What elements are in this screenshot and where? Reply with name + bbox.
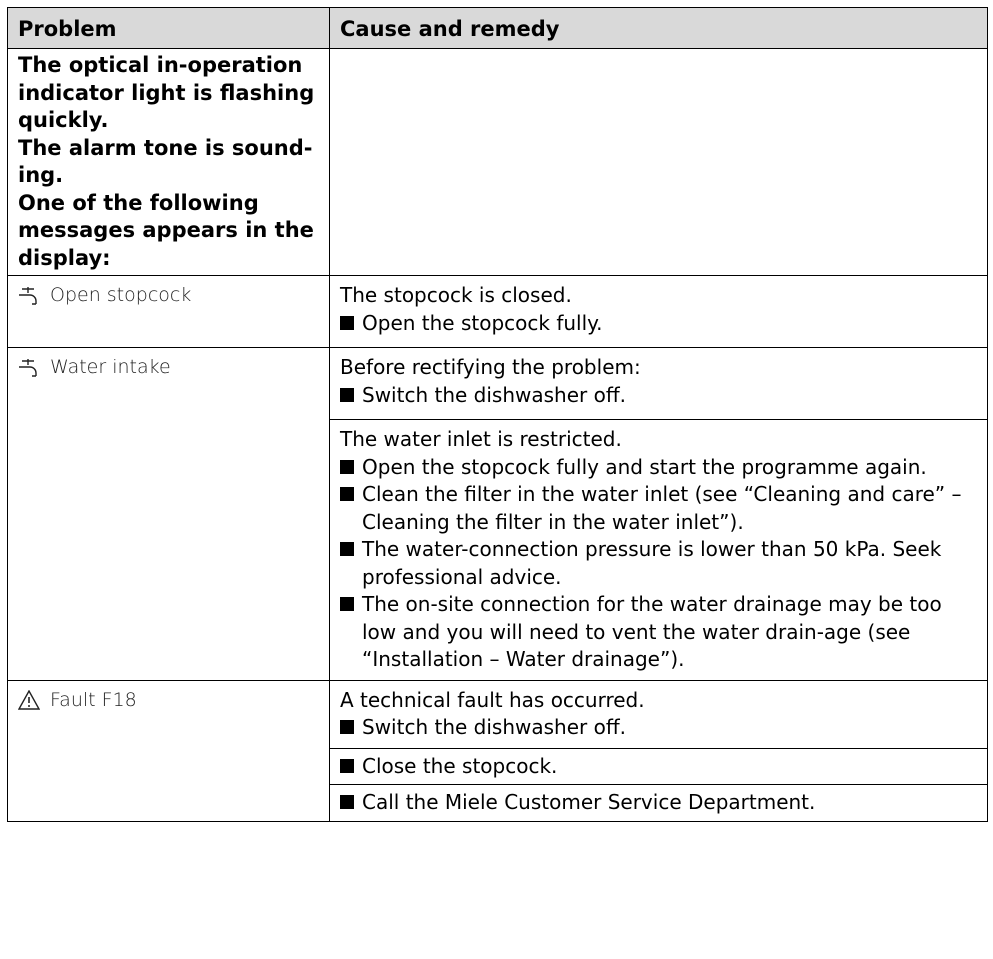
cause-cell: Close the stopcock. <box>329 747 988 785</box>
list-item: Call the Miele Customer Service Departme… <box>340 789 977 817</box>
list-item: The water-connection pressure is lower t… <box>340 536 977 591</box>
list-item: Switch the dishwasher off. <box>340 382 977 410</box>
cause-cell: Call the Miele Customer Service Departme… <box>329 784 988 822</box>
cause-cell: The stopcock is closed. Open the stopcoc… <box>329 275 988 348</box>
message-label: Open stopcock <box>50 284 192 306</box>
message-cell: Open stopcock <box>7 275 330 348</box>
troubleshooting-table: Problem Cause and remedy The optical in-… <box>7 7 988 822</box>
intro-cell: The optical in-operation indicator light… <box>7 48 330 276</box>
cause-header: Cause and remedy <box>329 7 988 49</box>
message-cell: Water intake <box>7 347 330 681</box>
bullet-icon <box>340 597 354 611</box>
cause-cell: Before rectifying the problem: Switch th… <box>329 347 988 420</box>
list-item: Close the stopcock. <box>340 753 977 781</box>
intro-empty-cell <box>329 48 988 276</box>
message-label: Water intake <box>50 356 171 378</box>
message-cell: Fault F18 <box>7 679 330 822</box>
cause-text: The stopcock is closed. <box>340 283 572 307</box>
table-row: Open stopcock The stopcock is closed. Op… <box>7 275 988 348</box>
bullet-icon <box>340 720 354 734</box>
list-item: Open the stopcock fully and start the pr… <box>340 454 977 482</box>
header-row: Problem Cause and remedy <box>7 7 988 49</box>
bullet-icon <box>340 758 354 773</box>
bullet-icon <box>340 795 354 809</box>
bullet-icon <box>340 387 354 402</box>
warning-icon <box>18 690 40 710</box>
cause-cell: A technical fault has occurred. Switch t… <box>329 679 988 749</box>
list-item: Switch the dishwasher off. <box>340 714 977 742</box>
bullet-icon <box>340 542 354 556</box>
intro-line: The alarm tone is sound-ing. <box>18 135 313 188</box>
intro-row: The optical in-operation indicator light… <box>7 48 988 276</box>
table-row: Fault F18 A technical fault has occurred… <box>7 679 988 822</box>
bullet-icon <box>340 459 354 474</box>
bullet-icon <box>340 487 354 501</box>
list-item: Clean the filter in the water inlet (see… <box>340 481 977 536</box>
cause-text: Before rectifying the problem: <box>340 355 641 379</box>
cause-text: The water inlet is restricted. <box>340 427 622 451</box>
list-item: The on-site connection for the water dra… <box>340 591 977 674</box>
problem-header: Problem <box>7 7 330 49</box>
cause-text: A technical fault has occurred. <box>340 687 645 712</box>
tap-icon <box>19 286 37 305</box>
cause-cell: The water inlet is restricted. Open the … <box>329 419 988 681</box>
intro-line: One of the following messages appears in… <box>18 190 314 270</box>
message-label: Fault F18 <box>50 688 137 711</box>
tap-icon <box>19 358 37 377</box>
bullet-icon <box>340 315 354 330</box>
list-item: Open the stopcock fully. <box>340 310 977 338</box>
table-row: Water intake Before rectifying the probl… <box>7 347 988 681</box>
intro-line: The optical in-operation indicator light… <box>18 53 315 132</box>
